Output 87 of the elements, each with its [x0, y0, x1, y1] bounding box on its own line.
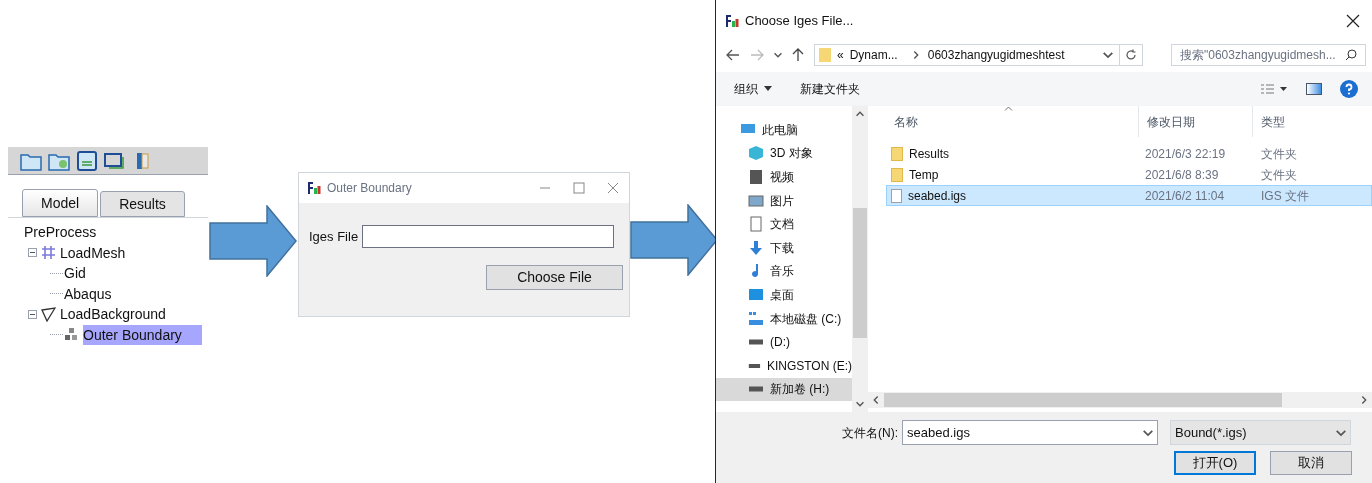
- scroll-right-icon[interactable]: [1360, 396, 1368, 404]
- nav-item[interactable]: 桌面: [716, 283, 852, 307]
- column-header[interactable]: 类型: [1252, 106, 1372, 137]
- nav-item[interactable]: 3D 对象: [716, 141, 852, 166]
- nav-item[interactable]: 新加卷 (H:): [716, 377, 852, 402]
- column-header[interactable]: 修改日期: [1138, 106, 1252, 137]
- file-icon: [891, 188, 902, 203]
- collapse-toggle-icon[interactable]: [28, 309, 37, 319]
- cube-icon: [748, 145, 764, 162]
- search-field[interactable]: 搜索"0603zhangyugidmesh...: [1171, 44, 1366, 66]
- window-title: Choose Iges File...: [745, 12, 854, 31]
- app-logo-icon: [307, 181, 321, 195]
- cubes-icon: [64, 327, 79, 343]
- tab[interactable]: Model: [22, 189, 99, 217]
- arrow-icon: [630, 204, 718, 276]
- folder-icon: [891, 146, 903, 161]
- nav-item[interactable]: KINGSTON (E:): [716, 353, 852, 378]
- field-label: Iges File: [309, 227, 359, 246]
- down-arrow-icon: [748, 239, 764, 256]
- scroll-left-icon[interactable]: [872, 396, 880, 404]
- nav-item[interactable]: 视频: [716, 165, 852, 189]
- refresh-icon[interactable]: [1125, 49, 1137, 61]
- windows-icon[interactable]: [104, 150, 126, 171]
- help-icon[interactable]: [1340, 79, 1358, 98]
- tab[interactable]: Results: [100, 191, 185, 217]
- picture-icon: [748, 192, 764, 209]
- chevron-down-icon[interactable]: [1336, 427, 1346, 438]
- folder-icon: [891, 167, 903, 182]
- scroll-down-icon[interactable]: [856, 400, 864, 408]
- drive-icon: [748, 339, 764, 346]
- horizontal-scrollbar[interactable]: [868, 392, 1372, 408]
- nav-item[interactable]: (D:): [716, 330, 852, 354]
- toolbar-button[interactable]: 新建文件夹: [800, 79, 860, 98]
- breadcrumb-item[interactable]: «: [837, 46, 844, 64]
- polygon-icon: [41, 306, 56, 322]
- tree-item[interactable]: LoadMesh: [60, 242, 128, 263]
- preview-pane-icon[interactable]: [1306, 82, 1322, 95]
- column-header[interactable]: 名称: [886, 106, 1138, 137]
- chevron-down-icon[interactable]: [774, 51, 782, 59]
- filename-field[interactable]: seabed.igs: [902, 420, 1158, 445]
- view-options-icon[interactable]: [1260, 82, 1288, 95]
- tree-item[interactable]: Abaqus: [64, 283, 114, 304]
- window-title: Outer Boundary: [327, 180, 412, 197]
- arrow-icon: [209, 205, 297, 277]
- choose-file-button[interactable]: Choose File: [486, 265, 623, 290]
- file-row[interactable]: seabed.igs 2021/6/2 11:04 IGS 文件: [886, 185, 1372, 206]
- chevron-down-icon[interactable]: [1103, 50, 1113, 60]
- nav-item[interactable]: 本地磁盘 (C:): [716, 306, 852, 331]
- drive-icon: [748, 386, 764, 393]
- field-label: 文件名(N):: [842, 424, 898, 442]
- back-arrow-icon[interactable]: [726, 49, 740, 61]
- address-bar[interactable]: « Dynam... 0603zhangyugidmeshtest: [814, 44, 1143, 66]
- sort-caret-icon: [1004, 106, 1013, 111]
- collapse-toggle-icon[interactable]: [28, 248, 37, 258]
- monitor-icon: [748, 286, 764, 303]
- tree-item[interactable]: PreProcess: [24, 222, 99, 243]
- document-icon: [748, 216, 764, 233]
- dialog-button[interactable]: 取消: [1270, 451, 1352, 475]
- close-icon[interactable]: [1346, 14, 1360, 28]
- tree-item[interactable]: Gid: [64, 263, 88, 284]
- file-type-dropdown[interactable]: Bound(*.igs): [1170, 420, 1351, 445]
- nav-item[interactable]: 此电脑: [716, 118, 852, 142]
- chevron-right-icon[interactable]: [911, 51, 920, 59]
- breadcrumb-item[interactable]: Dynam...: [849, 46, 898, 64]
- drive-icon: [748, 310, 764, 327]
- nav-item[interactable]: 音乐: [716, 259, 852, 284]
- up-arrow-icon[interactable]: [792, 48, 804, 62]
- app-logo-icon: [725, 14, 739, 28]
- nav-item[interactable]: 下载: [716, 235, 852, 260]
- scrollbar[interactable]: [852, 106, 868, 412]
- dialog-button[interactable]: 打开(O): [1174, 451, 1256, 475]
- chevron-down-icon[interactable]: [1143, 427, 1153, 438]
- tree-item[interactable]: Outer Boundary: [83, 324, 202, 345]
- nav-item[interactable]: 文档: [716, 212, 852, 236]
- grid-icon: [41, 245, 56, 261]
- breadcrumb-item[interactable]: 0603zhangyugidmeshtest: [927, 46, 1065, 64]
- save-icon[interactable]: [76, 150, 98, 171]
- tree-item[interactable]: LoadBackground: [60, 304, 168, 325]
- nav-item[interactable]: 图片: [716, 188, 852, 213]
- search-icon: [1345, 49, 1357, 61]
- file-row[interactable]: Results 2021/6/3 22:19 文件夹: [886, 143, 1372, 164]
- drive-icon: [748, 362, 761, 369]
- file-row[interactable]: Temp 2021/6/8 8:39 文件夹: [886, 164, 1372, 185]
- toolbar-button[interactable]: 组织: [734, 79, 772, 98]
- input-field[interactable]: [362, 225, 615, 248]
- folder-icon: [819, 48, 831, 62]
- scroll-up-icon[interactable]: [856, 110, 864, 118]
